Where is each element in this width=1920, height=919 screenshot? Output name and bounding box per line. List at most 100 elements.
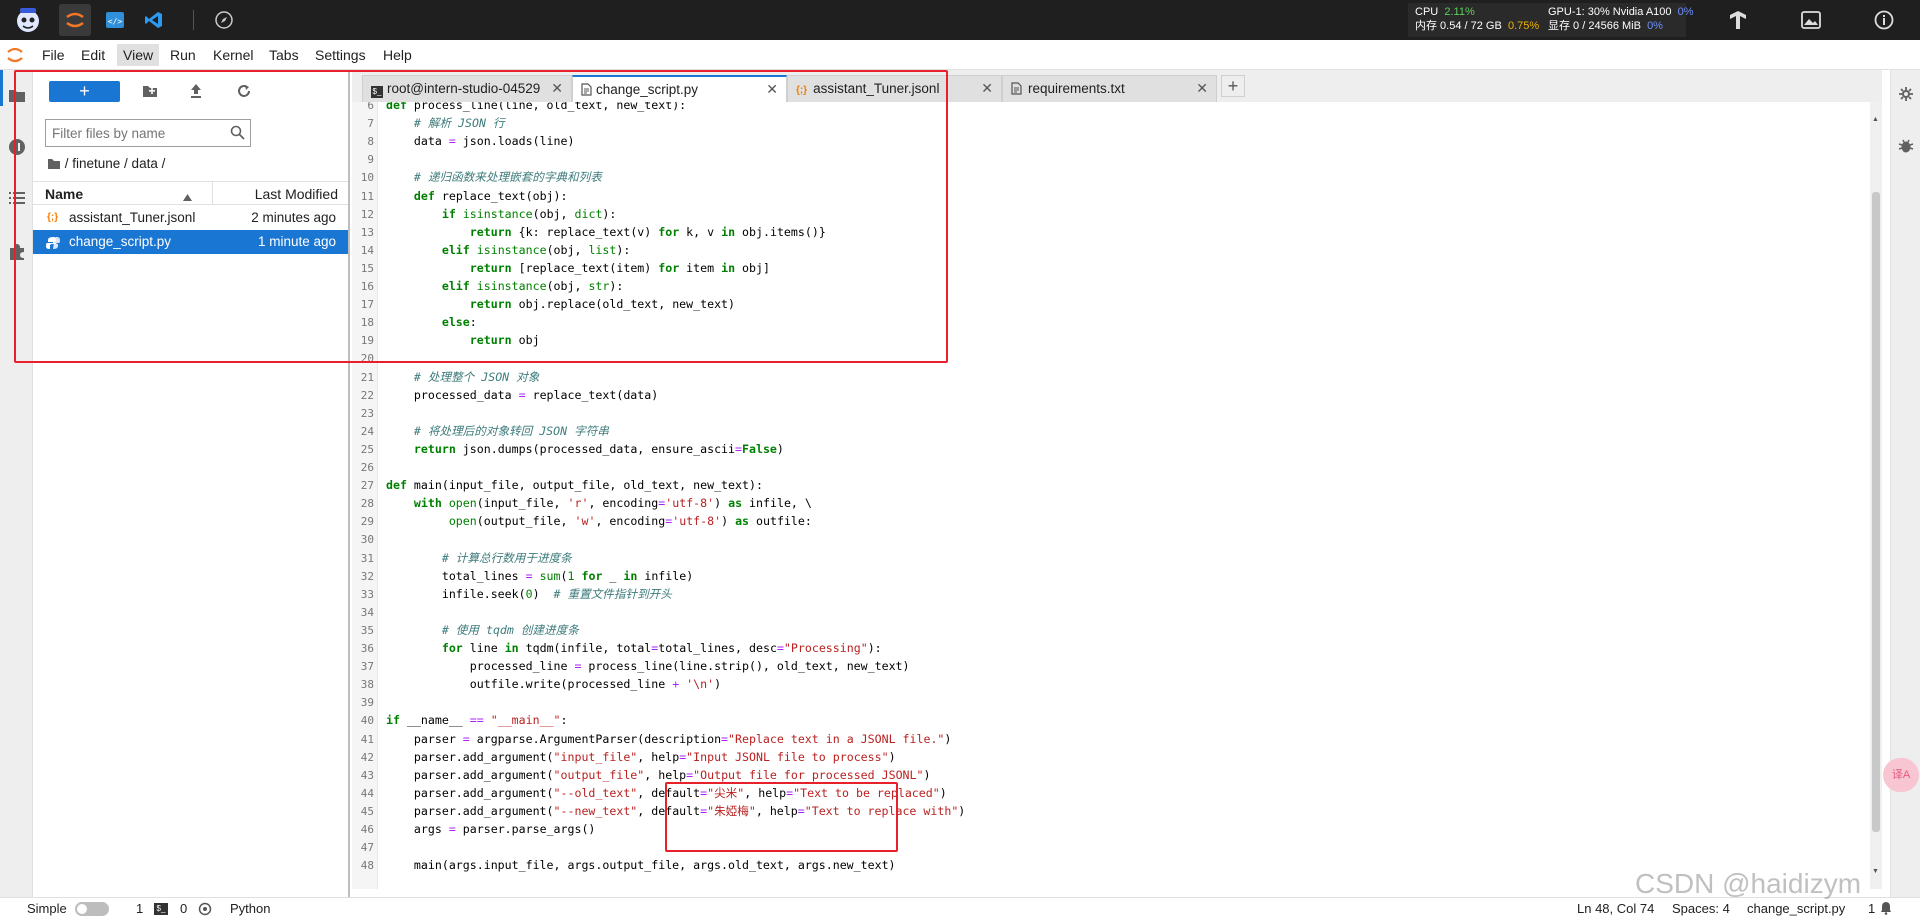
code-line[interactable]: parser.add_argument("input_file", help="…: [386, 748, 896, 766]
memory-stat: 内存 0.54 / 72 GB 0.75%: [1415, 20, 1540, 32]
vram-stat: 显存 0 / 24566 MiB 0%: [1548, 20, 1663, 32]
tensorflow-icon[interactable]: [1722, 4, 1754, 36]
menu-bar: File Edit View Run Kernel Tabs Settings …: [0, 40, 1920, 70]
close-tab-icon[interactable]: ✕: [981, 76, 993, 101]
svg-text:</>: </>: [108, 17, 123, 26]
line-number: 47: [360, 841, 374, 855]
line-number: 46: [360, 823, 374, 836]
line-number: 31: [360, 551, 374, 565]
line-number: 29: [360, 515, 374, 529]
code-line[interactable]: parser.add_argument("output_file", help=…: [386, 766, 931, 784]
code-line[interactable]: with open(input_file, 'r', encoding='utf…: [386, 494, 812, 512]
simple-mode-label: Simple: [27, 901, 67, 916]
menu-file[interactable]: File: [38, 47, 69, 63]
line-number: 30: [360, 533, 374, 547]
line-number: 48: [360, 859, 374, 873]
line-number: 42: [360, 750, 374, 764]
status-bar: Simple 1 $_ 0 Python Ln 48, Col 74 Space…: [0, 897, 1920, 919]
code-line[interactable]: processed_line = process_line(line.strip…: [386, 657, 910, 675]
status-filename: change_script.py: [1747, 901, 1846, 916]
close-tab-icon[interactable]: ✕: [1196, 76, 1208, 101]
tab-requirements[interactable]: requirements.txt ✕: [1002, 75, 1217, 102]
notification-count[interactable]: 1: [1868, 901, 1875, 916]
line-number: 27: [360, 479, 374, 493]
annotation-box-defaults: [665, 782, 898, 852]
line-number: 38: [360, 678, 374, 692]
code-line[interactable]: args = parser.parse_args(): [386, 820, 596, 838]
kernel-gear-icon[interactable]: [198, 902, 212, 919]
line-number: 21: [360, 370, 374, 384]
code-line[interactable]: # 将处理后的对象转回 JSON 字符串: [386, 422, 609, 440]
jupyter-icon[interactable]: [59, 4, 91, 36]
code-line[interactable]: main(args.input_file, args.output_file, …: [386, 856, 896, 874]
code-line[interactable]: outfile.write(processed_line + '\n'): [386, 675, 721, 693]
translate-float-icon[interactable]: 译A: [1883, 758, 1919, 792]
code-line[interactable]: if __name__ == "__main__":: [386, 711, 568, 729]
code-line[interactable]: open(output_file, 'w', encoding='utf-8')…: [386, 512, 812, 530]
scrollbar-thumb[interactable]: [1872, 192, 1880, 832]
line-number: 44: [360, 786, 374, 800]
code-line[interactable]: processed_data = replace_text(data): [386, 386, 658, 404]
annotation-box-code-region: [14, 70, 948, 363]
new-tab-button[interactable]: +: [1221, 75, 1245, 97]
kernel-count: 0: [180, 901, 188, 916]
info-icon[interactable]: [1868, 4, 1900, 36]
image-viewer-icon[interactable]: [1795, 4, 1827, 36]
tab-label: requirements.txt: [1028, 81, 1125, 96]
file-icon: [1011, 78, 1022, 102]
menu-kernel[interactable]: Kernel: [209, 47, 257, 63]
line-number: 23: [360, 406, 374, 420]
line-number: 34: [360, 605, 374, 619]
code-line[interactable]: # 使用 tqdm 创建进度条: [386, 621, 579, 639]
intern-logo-icon[interactable]: [8, 4, 48, 36]
terminal-icon[interactable]: $_: [154, 903, 168, 915]
right-sidebar-tabs: 译A: [1883, 70, 1920, 898]
menu-settings[interactable]: Settings: [311, 47, 370, 63]
property-inspector-icon[interactable]: [1898, 86, 1914, 105]
line-number: 32: [360, 569, 374, 583]
simple-mode-toggle[interactable]: [75, 902, 109, 916]
line-number: 35: [360, 623, 374, 637]
line-number: 40: [360, 714, 374, 728]
line-number: 25: [360, 442, 374, 456]
code-line[interactable]: # 处理整个 JSON 对象: [386, 368, 539, 386]
menu-run[interactable]: Run: [166, 47, 200, 63]
code-line[interactable]: return json.dumps(processed_data, ensure…: [386, 440, 784, 458]
line-number: 33: [360, 587, 374, 601]
code-line[interactable]: def main(input_file, output_file, old_te…: [386, 476, 763, 494]
code-line[interactable]: infile.seek(0) # 重置文件指针到开头: [386, 585, 672, 603]
menu-help[interactable]: Help: [379, 47, 416, 63]
menu-edit[interactable]: Edit: [77, 47, 109, 63]
line-number: 41: [360, 732, 374, 746]
line-number: 24: [360, 424, 374, 438]
cursor-position[interactable]: Ln 48, Col 74: [1577, 901, 1654, 916]
line-number: 45: [360, 804, 374, 818]
scroll-down-icon[interactable]: ▼: [1872, 868, 1879, 875]
jupyter-logo-icon: [6, 45, 24, 68]
code-line[interactable]: total_lines = sum(1 for _ in infile): [386, 567, 693, 585]
code-line[interactable]: for line in tqdm(infile, total=total_lin…: [386, 639, 882, 657]
menu-tabs[interactable]: Tabs: [265, 47, 303, 63]
line-number: 36: [360, 642, 374, 655]
kernel-name[interactable]: Python: [230, 901, 270, 916]
line-number: 39: [360, 696, 374, 710]
gpu-stat: GPU-1: 30% Nvidia A100 0%: [1548, 6, 1694, 18]
bell-icon[interactable]: [1880, 901, 1892, 918]
line-number: 28: [360, 497, 374, 511]
line-number: 22: [360, 388, 374, 402]
watermark: CSDN @haidizym: [1635, 868, 1862, 899]
terminal-count: 1: [136, 901, 144, 916]
debugger-bug-icon[interactable]: [1898, 138, 1914, 157]
code-line[interactable]: parser = argparse.ArgumentParser(descrip…: [386, 730, 952, 748]
indent-spaces[interactable]: Spaces: 4: [1672, 901, 1730, 916]
line-number: 26: [360, 461, 374, 474]
vscode-icon[interactable]: [138, 4, 170, 36]
menu-view[interactable]: View: [117, 44, 160, 66]
code-editor-icon[interactable]: </>: [99, 4, 131, 36]
vertical-scrollbar[interactable]: ▲ ▼: [1870, 102, 1882, 889]
line-number: 37: [360, 660, 374, 674]
compass-icon[interactable]: [208, 4, 240, 36]
code-line[interactable]: # 计算总行数用于进度条: [386, 549, 572, 567]
scroll-up-icon[interactable]: ▲: [1872, 116, 1879, 123]
top-bar: </> CPU 2.11% 内存 0.54 / 72 GB 0.75% GPU-…: [0, 0, 1920, 40]
